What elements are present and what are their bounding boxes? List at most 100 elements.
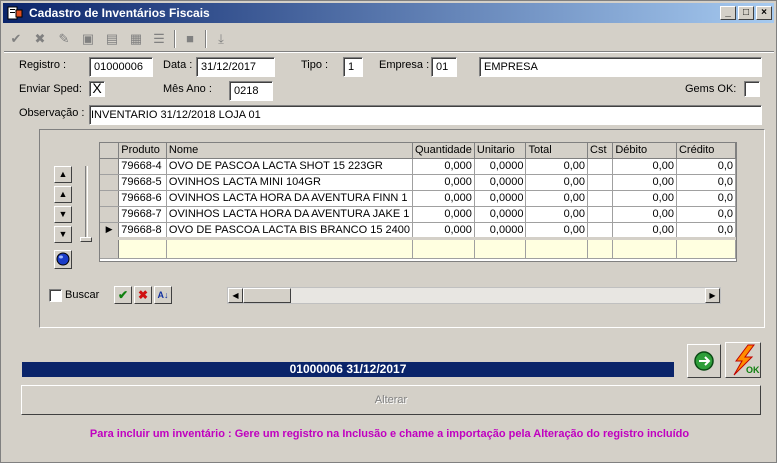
column-header[interactable]: Débito — [612, 143, 677, 159]
clear-filter-icon[interactable]: ✖ — [134, 286, 152, 304]
filter-cst-input[interactable] — [587, 236, 614, 259]
quantidade-cell[interactable]: 0,000 — [412, 174, 475, 191]
filter-debito-input[interactable] — [612, 236, 677, 259]
produto-cell[interactable]: 79668-8 — [118, 222, 167, 239]
cst-cell[interactable] — [587, 190, 614, 207]
column-header[interactable]: Total — [525, 143, 588, 159]
column-header[interactable]: Unitario — [474, 143, 527, 159]
produto-cell[interactable]: 79668-4 — [118, 158, 167, 175]
data-field[interactable]: 31/12/2017 — [196, 57, 275, 77]
ok-button[interactable]: OK — [725, 342, 761, 378]
scroll-thumb[interactable] — [243, 288, 291, 303]
nome-cell[interactable]: OVINHOS LACTA HORA DA AVENTURA FINN 1 — [166, 190, 413, 207]
scroll-right-icon[interactable]: ▶ — [705, 288, 720, 303]
mes-ano-field[interactable]: 0218 — [229, 81, 273, 101]
prior-icon[interactable]: ▲ — [54, 186, 72, 203]
minimize-button[interactable]: _ — [720, 6, 736, 20]
table-row[interactable]: ▶ 79668-8 OVO DE PASCOA LACTA BIS BRANCO… — [100, 222, 736, 239]
nome-cell[interactable]: OVINHOS LACTA MINI 104GR — [166, 174, 413, 191]
cst-cell[interactable] — [587, 206, 614, 223]
export-icon[interactable]: ⤓ — [212, 30, 230, 48]
first-icon[interactable]: ▲ — [54, 166, 72, 183]
column-header[interactable]: Quantidade — [412, 143, 475, 159]
credito-cell[interactable]: 0,0 — [676, 174, 736, 191]
produto-cell[interactable]: 79668-7 — [118, 206, 167, 223]
cst-cell[interactable] — [587, 158, 614, 175]
debito-cell[interactable]: 0,00 — [612, 190, 677, 207]
filter-total-input[interactable] — [525, 236, 588, 259]
debito-cell[interactable]: 0,00 — [612, 206, 677, 223]
column-header[interactable]: Cst — [587, 143, 614, 159]
credito-cell[interactable]: 0,0 — [676, 222, 736, 239]
print-icon[interactable]: ▣ — [79, 30, 97, 48]
debito-cell[interactable]: 0,00 — [612, 174, 677, 191]
table-row[interactable]: 79668-5 OVINHOS LACTA MINI 104GR 0,000 0… — [100, 174, 736, 191]
table-row[interactable]: 79668-4 OVO DE PASCOA LACTA SHOT 15 223G… — [100, 158, 736, 175]
debito-cell[interactable]: 0,00 — [612, 222, 677, 239]
grid-icon[interactable]: ▦ — [127, 30, 145, 48]
credito-cell[interactable]: 0,0 — [676, 206, 736, 223]
credito-cell[interactable]: 0,0 — [676, 190, 736, 207]
close-button[interactable]: × — [756, 6, 772, 20]
horizontal-scrollbar[interactable]: ◀ ▶ — [227, 287, 721, 304]
check-icon[interactable]: ✔ — [7, 30, 25, 48]
filter-nome-input[interactable] — [166, 236, 413, 259]
quantidade-cell[interactable]: 0,000 — [412, 222, 475, 239]
registro-field[interactable]: 01000006 — [89, 57, 153, 77]
cancel-icon[interactable]: ✖ — [31, 30, 49, 48]
enviar-sped-checkbox[interactable]: X — [89, 81, 105, 97]
total-cell[interactable]: 0,00 — [525, 190, 588, 207]
maximize-button[interactable]: □ — [738, 6, 754, 20]
quantidade-cell[interactable]: 0,000 — [412, 190, 475, 207]
column-header[interactable]: Nome — [166, 143, 413, 159]
last-icon[interactable]: ▼ — [54, 226, 72, 243]
total-cell[interactable]: 0,00 — [525, 206, 588, 223]
column-header[interactable]: Crédito — [676, 143, 736, 159]
scroll-left-icon[interactable]: ◀ — [228, 288, 243, 303]
produto-cell[interactable]: 79668-5 — [118, 174, 167, 191]
unitario-cell[interactable]: 0,0000 — [474, 222, 527, 239]
credito-cell[interactable]: 0,0 — [676, 158, 736, 175]
globe-icon[interactable] — [54, 250, 72, 269]
nome-cell[interactable]: OVO DE PASCOA LACTA SHOT 15 223GR — [166, 158, 413, 175]
observacao-field[interactable]: INVENTARIO 31/12/2018 LOJA 01 — [89, 105, 762, 125]
nome-cell[interactable]: OVO DE PASCOA LACTA BIS BRANCO 15 2400 — [166, 222, 413, 239]
unitario-cell[interactable]: 0,0000 — [474, 190, 527, 207]
empresa-code-field[interactable]: 01 — [431, 57, 457, 77]
row-slider-thumb[interactable] — [80, 237, 92, 242]
total-cell[interactable]: 0,00 — [525, 222, 588, 239]
empresa-name-field[interactable]: EMPRESA — [479, 57, 762, 77]
items-grid[interactable]: Produto Nome Quantidade Unitario Total C… — [99, 142, 737, 262]
quantidade-cell[interactable]: 0,000 — [412, 158, 475, 175]
confirm-filter-icon[interactable]: ✔ — [114, 286, 132, 304]
stop-icon[interactable]: ■ — [181, 30, 199, 48]
column-header[interactable]: Produto — [118, 143, 167, 159]
cst-cell[interactable] — [587, 222, 614, 239]
unitario-cell[interactable]: 0,0000 — [474, 206, 527, 223]
tipo-field[interactable]: 1 — [343, 57, 363, 77]
unitario-cell[interactable]: 0,0000 — [474, 158, 527, 175]
filter-produto-input[interactable] — [118, 236, 167, 259]
report-icon[interactable]: ▤ — [103, 30, 121, 48]
next-icon[interactable]: ▼ — [54, 206, 72, 223]
filter-unitario-input[interactable] — [474, 236, 527, 259]
unitario-cell[interactable]: 0,0000 — [474, 174, 527, 191]
edit-icon[interactable]: ✎ — [55, 30, 73, 48]
buscar-checkbox[interactable] — [49, 289, 62, 302]
debito-cell[interactable]: 0,00 — [612, 158, 677, 175]
produto-cell[interactable]: 79668-6 — [118, 190, 167, 207]
nome-cell[interactable]: OVINHOS LACTA HORA DA AVENTURA JAKE 1 — [166, 206, 413, 223]
total-cell[interactable]: 0,00 — [525, 174, 588, 191]
cst-cell[interactable] — [587, 174, 614, 191]
list-icon[interactable]: ☰ — [150, 30, 168, 48]
alterar-button[interactable]: Alterar — [21, 385, 761, 415]
filter-credito-input[interactable] — [676, 236, 736, 259]
quantidade-cell[interactable]: 0,000 — [412, 206, 475, 223]
filter-quantidade-input[interactable] — [412, 236, 475, 259]
table-row[interactable]: 79668-7 OVINHOS LACTA HORA DA AVENTURA J… — [100, 206, 736, 223]
import-button[interactable] — [687, 344, 721, 378]
table-row[interactable]: 79668-6 OVINHOS LACTA HORA DA AVENTURA F… — [100, 190, 736, 207]
gems-ok-checkbox[interactable] — [744, 81, 760, 97]
sort-az-icon[interactable]: A↓ — [154, 286, 172, 304]
total-cell[interactable]: 0,00 — [525, 158, 588, 175]
